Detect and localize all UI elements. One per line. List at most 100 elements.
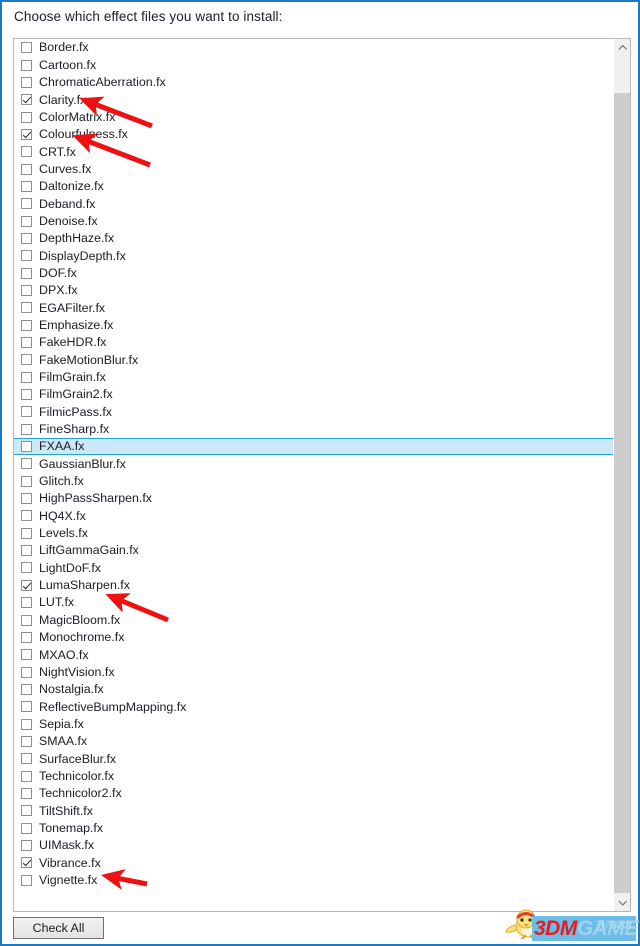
effect-checkbox[interactable] bbox=[21, 735, 32, 747]
list-item[interactable]: DPX.fx bbox=[14, 282, 613, 299]
effect-checkbox[interactable] bbox=[21, 354, 32, 366]
list-item[interactable]: Vignette.fx bbox=[14, 872, 613, 889]
list-item[interactable]: FilmicPass.fx bbox=[14, 403, 613, 420]
check-all-button[interactable]: Check All bbox=[13, 917, 104, 939]
effect-checkbox[interactable] bbox=[21, 475, 32, 487]
scrollbar-thumb[interactable] bbox=[614, 93, 630, 893]
effect-checkbox[interactable] bbox=[21, 128, 32, 140]
list-item[interactable]: LumaSharpen.fx bbox=[14, 577, 613, 594]
effect-checkbox[interactable] bbox=[21, 371, 32, 383]
effect-checkbox[interactable] bbox=[21, 770, 32, 782]
effect-checkbox[interactable] bbox=[21, 805, 32, 817]
effect-checkbox[interactable] bbox=[21, 250, 32, 262]
effect-checkbox[interactable] bbox=[21, 822, 32, 834]
effect-checkbox[interactable] bbox=[21, 631, 32, 643]
effect-checkbox[interactable] bbox=[21, 545, 32, 557]
list-item[interactable]: Curves.fx bbox=[14, 160, 613, 177]
vertical-scrollbar[interactable] bbox=[613, 39, 630, 911]
list-item[interactable]: FilmGrain2.fx bbox=[14, 386, 613, 403]
effect-checkbox[interactable] bbox=[21, 59, 32, 71]
list-item[interactable]: NightVision.fx bbox=[14, 663, 613, 680]
list-item[interactable]: ReflectiveBumpMapping.fx bbox=[14, 698, 613, 715]
effect-checkbox[interactable] bbox=[21, 579, 32, 591]
effect-checkbox[interactable] bbox=[21, 527, 32, 539]
effect-checkbox[interactable] bbox=[21, 180, 32, 192]
list-item[interactable]: UIMask.fx bbox=[14, 837, 613, 854]
effect-checkbox[interactable] bbox=[21, 753, 32, 765]
effect-checkbox[interactable] bbox=[21, 666, 32, 678]
list-item[interactable]: CRT.fx bbox=[14, 143, 613, 160]
effect-checkbox[interactable] bbox=[21, 337, 32, 349]
list-item[interactable]: Vibrance.fx bbox=[14, 854, 613, 871]
effect-checkbox[interactable] bbox=[21, 215, 32, 227]
list-item[interactable]: MXAO.fx bbox=[14, 646, 613, 663]
list-item[interactable]: Nostalgia.fx bbox=[14, 681, 613, 698]
effect-checkbox[interactable] bbox=[21, 406, 32, 418]
scroll-down-button[interactable] bbox=[614, 894, 630, 911]
list-item[interactable]: MagicBloom.fx bbox=[14, 611, 613, 628]
list-item[interactable]: LUT.fx bbox=[14, 594, 613, 611]
list-item[interactable]: Sepia.fx bbox=[14, 715, 613, 732]
effect-checkbox[interactable] bbox=[21, 441, 32, 453]
list-item[interactable]: FineSharp.fx bbox=[14, 421, 613, 438]
list-item[interactable]: ChromaticAberration.fx bbox=[14, 74, 613, 91]
list-item[interactable]: Colourfulness.fx bbox=[14, 126, 613, 143]
list-item[interactable]: DisplayDepth.fx bbox=[14, 247, 613, 264]
list-item[interactable]: SMAA.fx bbox=[14, 733, 613, 750]
effect-checkbox[interactable] bbox=[21, 874, 32, 886]
list-item[interactable]: HQ4X.fx bbox=[14, 507, 613, 524]
effect-checkbox[interactable] bbox=[21, 42, 32, 54]
effect-checkbox[interactable] bbox=[21, 111, 32, 123]
list-item[interactable]: Cartoon.fx bbox=[14, 56, 613, 73]
effect-file-list[interactable]: Border.fx Cartoon.fx ChromaticAberration.f… bbox=[14, 39, 613, 911]
effect-checkbox[interactable] bbox=[21, 614, 32, 626]
list-item[interactable]: FakeHDR.fx bbox=[14, 334, 613, 351]
effect-checkbox[interactable] bbox=[21, 198, 32, 210]
list-item[interactable]: DOF.fx bbox=[14, 264, 613, 281]
effect-checkbox[interactable] bbox=[21, 284, 32, 296]
effect-checkbox[interactable] bbox=[21, 649, 32, 661]
effect-checkbox[interactable] bbox=[21, 76, 32, 88]
list-item[interactable]: ColorMatrix.fx bbox=[14, 108, 613, 125]
list-item[interactable]: Levels.fx bbox=[14, 525, 613, 542]
effect-checkbox[interactable] bbox=[21, 94, 32, 106]
scroll-up-button[interactable] bbox=[614, 39, 630, 56]
effect-checkbox[interactable] bbox=[21, 389, 32, 401]
list-item[interactable]: Technicolor2.fx bbox=[14, 785, 613, 802]
effect-checkbox[interactable] bbox=[21, 146, 32, 158]
list-item[interactable]: Clarity.fx bbox=[14, 91, 613, 108]
list-item[interactable]: TiltShift.fx bbox=[14, 802, 613, 819]
effect-checkbox[interactable] bbox=[21, 701, 32, 713]
effect-checkbox[interactable] bbox=[21, 718, 32, 730]
list-item[interactable]: GaussianBlur.fx bbox=[14, 455, 613, 472]
effect-checkbox[interactable] bbox=[21, 302, 32, 314]
list-item[interactable]: Monochrome.fx bbox=[14, 629, 613, 646]
effect-checkbox[interactable] bbox=[21, 683, 32, 695]
effect-checkbox[interactable] bbox=[21, 267, 32, 279]
list-item[interactable]: Daltonize.fx bbox=[14, 178, 613, 195]
effect-checkbox[interactable] bbox=[21, 493, 32, 505]
list-item[interactable]: SurfaceBlur.fx bbox=[14, 750, 613, 767]
effect-checkbox[interactable] bbox=[21, 319, 32, 331]
list-item[interactable]: FakeMotionBlur.fx bbox=[14, 351, 613, 368]
effect-checkbox[interactable] bbox=[21, 232, 32, 244]
effect-checkbox[interactable] bbox=[21, 510, 32, 522]
list-item[interactable]: EGAFilter.fx bbox=[14, 299, 613, 316]
list-item[interactable]: LiftGammaGain.fx bbox=[14, 542, 613, 559]
list-item[interactable]: Border.fx bbox=[14, 39, 613, 56]
list-item[interactable]: Denoise.fx bbox=[14, 212, 613, 229]
effect-checkbox[interactable] bbox=[21, 423, 32, 435]
effect-checkbox[interactable] bbox=[21, 562, 32, 574]
list-item[interactable]: Deband.fx bbox=[14, 195, 613, 212]
effect-checkbox[interactable] bbox=[21, 163, 32, 175]
list-item[interactable]: DepthHaze.fx bbox=[14, 230, 613, 247]
list-item[interactable]: FXAA.fx bbox=[14, 437, 613, 456]
list-item[interactable]: Tonemap.fx bbox=[14, 819, 613, 836]
list-item[interactable]: LightDoF.fx bbox=[14, 559, 613, 576]
effect-checkbox[interactable] bbox=[21, 839, 32, 851]
effect-checkbox[interactable] bbox=[21, 857, 32, 869]
effect-checkbox[interactable] bbox=[21, 597, 32, 609]
effect-checkbox[interactable] bbox=[21, 458, 32, 470]
list-item[interactable]: Emphasize.fx bbox=[14, 317, 613, 334]
list-item[interactable]: HighPassSharpen.fx bbox=[14, 490, 613, 507]
